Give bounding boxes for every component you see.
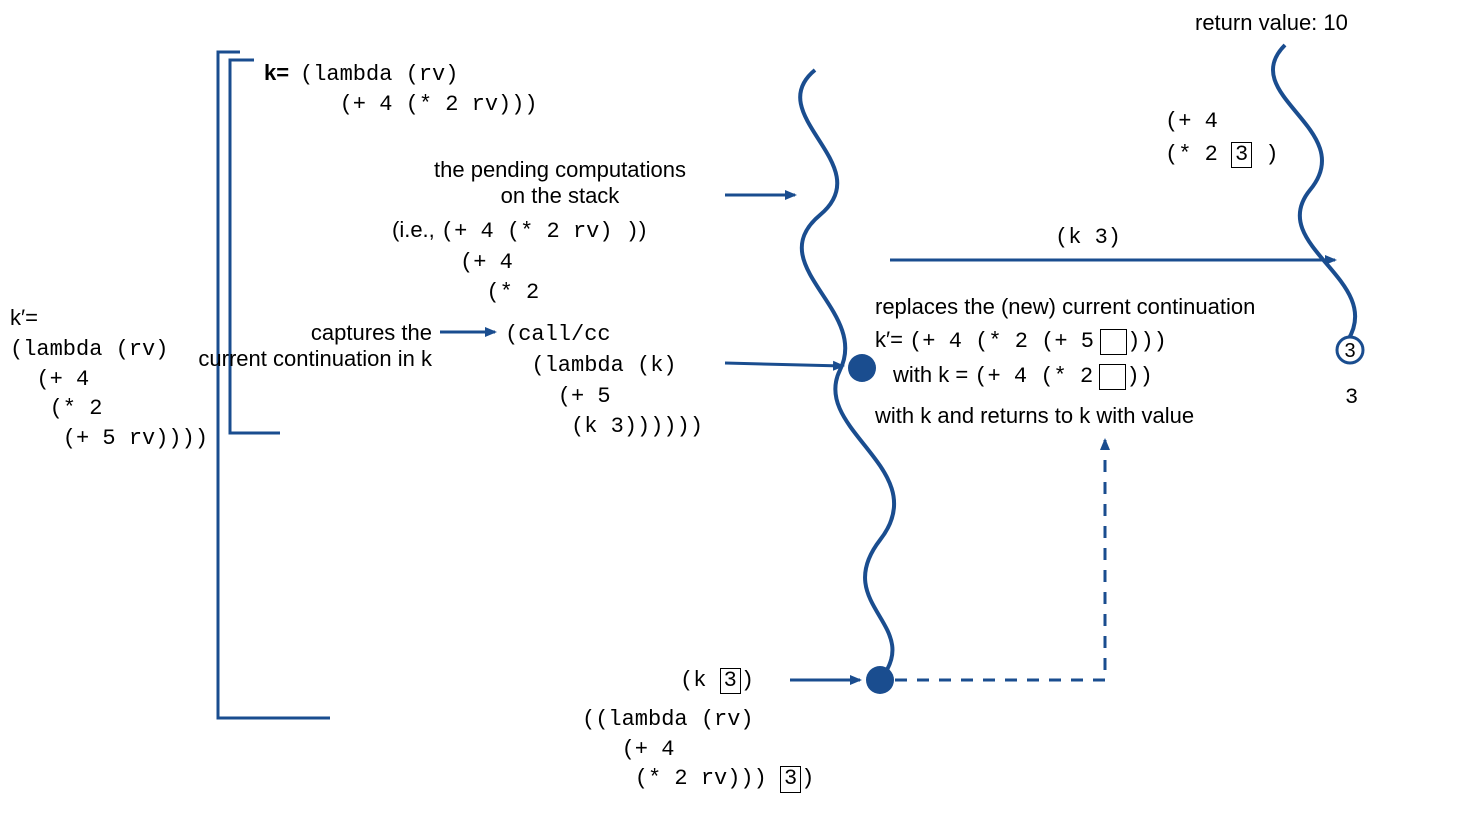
kprime-lambda: (lambda (rv) (+ 4 (* 2 (+ 5 rv)))) xyxy=(10,335,208,454)
bottom-lambda: ((lambda (rv) (+ 4 (* 2 rv))) 3) xyxy=(582,705,814,794)
k3-arrow-label: (k 3) xyxy=(1055,225,1121,250)
pending-expr: (+ 4 (* 2 xyxy=(460,248,539,307)
right-expr: (+ 4 (* 2 3 ) xyxy=(1165,105,1279,171)
right-three: 3 xyxy=(1345,385,1358,410)
replaces-block: replaces the (new) current continuation … xyxy=(875,290,1255,432)
kprime-label: k′= xyxy=(10,305,38,331)
k-lambda: (lambda (rv) (+ 4 (* 2 rv))) xyxy=(300,60,538,119)
k-label: k= xyxy=(264,60,289,86)
svg-text:3: 3 xyxy=(1344,340,1355,362)
return-value-label: return value: 10 xyxy=(1195,10,1348,36)
k3-bottom: (k 3) xyxy=(680,668,754,694)
callcc-block: (call/cc (lambda (k) (+ 5 (k 3)))))) xyxy=(505,320,703,443)
pending-label: the pending computations on the stack xyxy=(405,157,715,209)
captures-label: captures the current continuation in k xyxy=(195,320,432,372)
pending-ie: (i.e., (+ 4 (* 2 rv) )) xyxy=(392,217,646,244)
